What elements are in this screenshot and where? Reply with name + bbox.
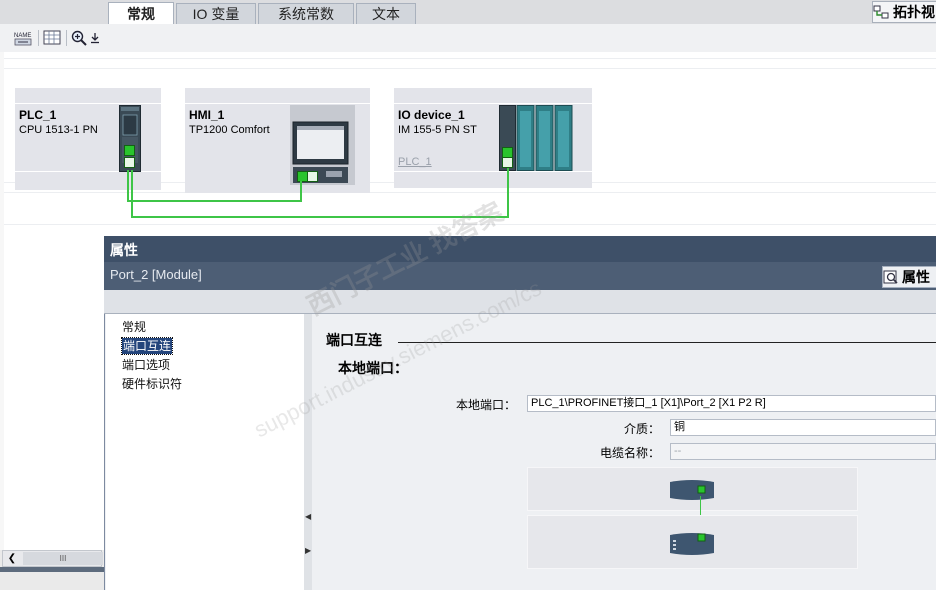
profinet-link[interactable] <box>131 216 509 218</box>
name-icon: NAME <box>14 33 32 46</box>
port-hmi-2[interactable] <box>307 171 318 182</box>
device-plc[interactable]: PLC_1 CPU 1513-1 PN <box>15 88 161 190</box>
tab-io-tags[interactable]: IO 变量 <box>176 3 256 24</box>
local-port-graphic <box>527 467 858 511</box>
topology-toolbar: NAME <box>0 24 936 53</box>
zoom-dropdown-button[interactable] <box>88 28 102 48</box>
module-name: Port_2 [Module] <box>110 267 202 282</box>
section-heading: 端口互连 <box>326 332 382 348</box>
tab-topology-label: 拓扑视 <box>893 4 935 20</box>
device-type: TP1200 Comfort <box>189 124 270 136</box>
zoom-button[interactable] <box>70 28 88 48</box>
grid-line <box>4 58 936 59</box>
device-name: HMI_1 <box>189 108 225 122</box>
nav-splitter[interactable]: ◀ ▶ <box>304 314 312 590</box>
show-names-button[interactable]: NAME <box>12 28 34 48</box>
partner-device-icon <box>670 533 714 555</box>
nav-item-port-options[interactable]: 端口选项 <box>122 357 170 373</box>
properties-nav-tree: 常规 端口互连 端口选项 硬件标识符 <box>106 314 305 590</box>
local-device-icon <box>670 480 714 500</box>
port-plc-1[interactable] <box>124 145 135 156</box>
properties-title: 属性 <box>110 242 138 258</box>
properties-tab-row <box>104 290 936 314</box>
profinet-link[interactable] <box>507 168 509 218</box>
properties-title-bar: 属性 <box>104 236 936 262</box>
nav-item-general[interactable]: 常规 <box>122 319 146 335</box>
medium-field[interactable]: 铜 <box>670 419 936 436</box>
grid-line <box>4 68 936 69</box>
canvas-left-margin <box>0 52 4 590</box>
device-band <box>15 103 161 104</box>
local-port-field[interactable]: PLC_1\PROFINET接口_1 [X1]\Port_2 [X1 P2 R] <box>527 395 936 412</box>
local-port-label: 本地端口： <box>455 398 516 412</box>
expand-right-icon[interactable]: ▶ <box>305 546 311 555</box>
device-type: IM 155-5 PN ST <box>398 124 477 136</box>
device-band <box>394 103 592 104</box>
device-name: IO device_1 <box>398 108 465 122</box>
device-type: CPU 1513-1 PN <box>19 124 98 136</box>
profinet-link[interactable] <box>127 170 129 202</box>
medium-label: 介质： <box>623 422 660 436</box>
tab-properties[interactable]: 属性 <box>882 266 936 288</box>
overview-button[interactable] <box>42 28 62 48</box>
section-rule <box>398 342 936 343</box>
toolbar-separator <box>38 30 39 46</box>
tab-topology-view[interactable]: 拓扑视 <box>872 1 936 23</box>
left-pane-border <box>0 567 104 572</box>
device-io[interactable]: IO device_1 IM 155-5 PN ST PLC_1 <box>394 88 592 188</box>
device-hmi[interactable]: HMI_1 TP1200 Comfort <box>185 88 370 193</box>
partner-port-graphic <box>527 515 858 569</box>
tab-properties-label: 属性 <box>902 269 930 285</box>
port-plc-2[interactable] <box>124 157 135 168</box>
zoom-icon <box>71 30 87 46</box>
tab-general[interactable]: 常规 <box>108 2 174 24</box>
table-view-icon <box>43 30 61 45</box>
scroll-thumb[interactable]: III <box>23 552 103 565</box>
port-io-2[interactable] <box>502 157 513 168</box>
grid-line <box>4 224 936 225</box>
device-master-link[interactable]: PLC_1 <box>398 156 432 168</box>
properties-icon <box>883 270 898 284</box>
profinet-link[interactable] <box>131 170 133 218</box>
horizontal-scrollbar[interactable]: ❮ III <box>2 550 103 567</box>
profinet-link[interactable] <box>127 200 302 202</box>
subsection-heading: 本地端口： <box>338 360 408 376</box>
toolbar-separator <box>66 30 67 46</box>
nav-item-hardware-identifier[interactable]: 硬件标识符 <box>122 376 182 392</box>
cable-name-field[interactable]: -- <box>670 443 936 460</box>
nav-item-port-interconnection[interactable]: 端口互连 <box>120 337 174 355</box>
collapse-left-icon[interactable]: ◀ <box>305 512 311 521</box>
download-arrow-icon <box>91 33 99 44</box>
device-band <box>394 171 592 172</box>
cable-name-label: 电缆名称： <box>599 446 660 460</box>
grid-line <box>4 192 936 193</box>
module-bar: Port_2 [Module] <box>104 262 936 290</box>
device-name: PLC_1 <box>19 108 57 122</box>
svg-text:NAME: NAME <box>14 33 31 39</box>
topology-icon <box>873 5 889 19</box>
profinet-link[interactable] <box>300 181 302 202</box>
tab-texts[interactable]: 文本 <box>356 3 416 24</box>
tab-system-constants[interactable]: 系统常数 <box>258 3 354 24</box>
device-band <box>185 103 370 104</box>
scroll-left-arrow-icon[interactable]: ❮ <box>4 552 20 565</box>
